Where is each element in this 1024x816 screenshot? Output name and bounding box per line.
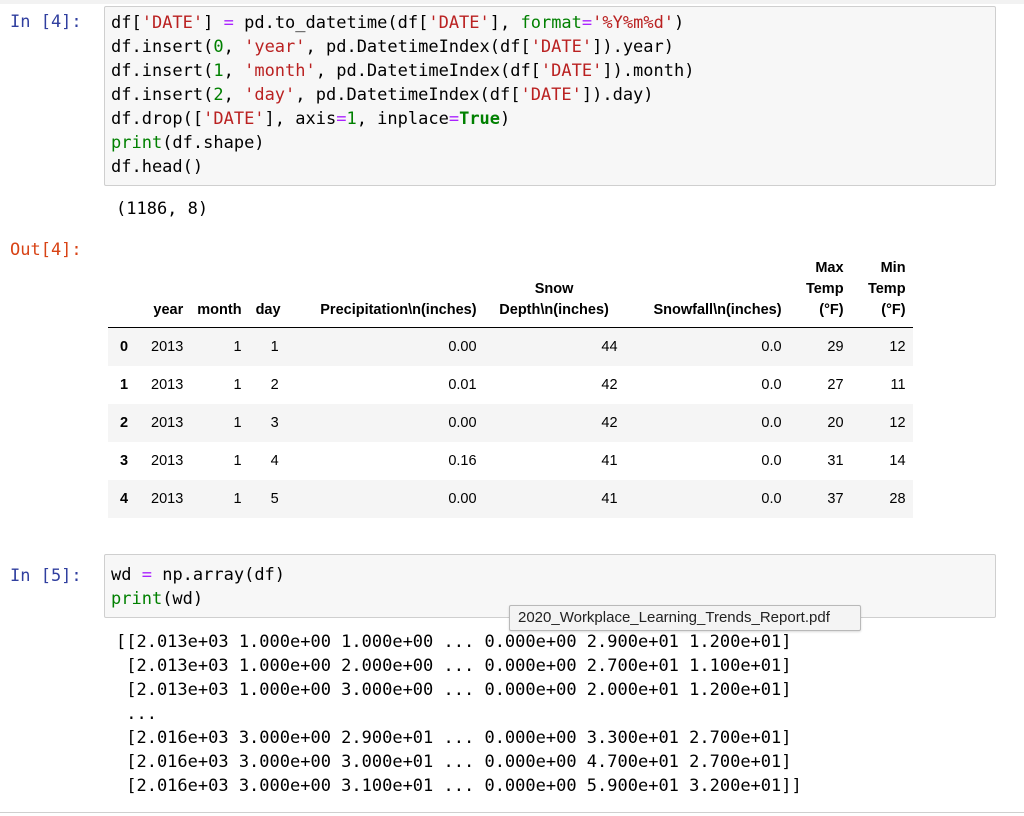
column-header: year — [153, 302, 184, 318]
input-prompt-4: In [4]: — [10, 12, 82, 32]
table-header-row: year month day Precipitation\n(inches) S… — [108, 258, 913, 328]
table-row: 2 2013 1 3 0.00 42 0.0 20 12 — [108, 404, 913, 442]
column-header: Snow Depth\n(inches) — [499, 281, 609, 318]
dataframe-table: year month day Precipitation\n(inches) S… — [108, 258, 913, 518]
column-header: Snowfall\n(inches) — [653, 302, 782, 318]
table-row: 1 2013 1 2 0.01 42 0.0 27 11 — [120, 377, 906, 393]
column-header: Max Temp (°F) — [805, 260, 844, 318]
code-line: df.drop(['DATE'], axis=1, inplace=True) — [111, 109, 511, 129]
code-cell-4[interactable]: df['DATE'] = pd.to_datetime(df['DATE'], … — [104, 6, 996, 186]
stdout-output-4: (1186, 8) — [116, 199, 209, 219]
column-header: day — [255, 302, 281, 318]
code-line: df.head() — [111, 157, 204, 177]
file-tooltip: 2020_Workplace_Learning_Trends_Report.pd… — [509, 605, 861, 631]
table-row: 4 2013 1 5 0.00 41 0.0 37 28 — [108, 480, 913, 518]
code-line: df['DATE'] = pd.to_datetime(df['DATE'], … — [111, 13, 685, 33]
top-divider — [0, 0, 1024, 4]
input-prompt-5: In [5]: — [10, 566, 82, 586]
column-header: month — [197, 302, 242, 318]
output-line: [[2.013e+03 1.000e+00 1.000e+00 ... 0.00… — [116, 632, 792, 652]
code-line: df.insert(0, 'year', pd.DatetimeIndex(df… — [111, 37, 674, 57]
output-line: [2.013e+03 1.000e+00 3.000e+00 ... 0.000… — [116, 680, 792, 700]
code-line: df.insert(2, 'day', pd.DatetimeIndex(df[… — [111, 85, 654, 105]
column-header: Precipitation\n(inches) — [320, 302, 477, 318]
output-line: [2.016e+03 3.000e+00 2.900e+01 ... 0.000… — [116, 728, 792, 748]
output-prompt-4: Out[4]: — [10, 240, 82, 260]
output-line: [2.016e+03 3.000e+00 3.000e+01 ... 0.000… — [116, 752, 792, 772]
output-line: [2.013e+03 1.000e+00 2.000e+00 ... 0.000… — [116, 656, 792, 676]
output-line: ... — [116, 704, 157, 724]
code-line: wd = np.array(df) — [111, 565, 286, 585]
code-line: print(df.shape) — [111, 133, 265, 153]
code-line: print(wd) — [111, 589, 204, 609]
table-row: 0 2013 1 1 0.00 44 0.0 29 12 — [108, 327, 913, 366]
column-header: Min Temp (°F) — [867, 260, 906, 318]
index-header — [108, 258, 144, 328]
table-row: 3 2013 1 4 0.16 41 0.0 31 14 — [120, 453, 906, 469]
code-line: df.insert(1, 'month', pd.DatetimeIndex(d… — [111, 61, 695, 81]
bottom-divider — [0, 812, 1024, 813]
output-line: [2.016e+03 3.000e+00 3.100e+01 ... 0.000… — [116, 776, 802, 796]
